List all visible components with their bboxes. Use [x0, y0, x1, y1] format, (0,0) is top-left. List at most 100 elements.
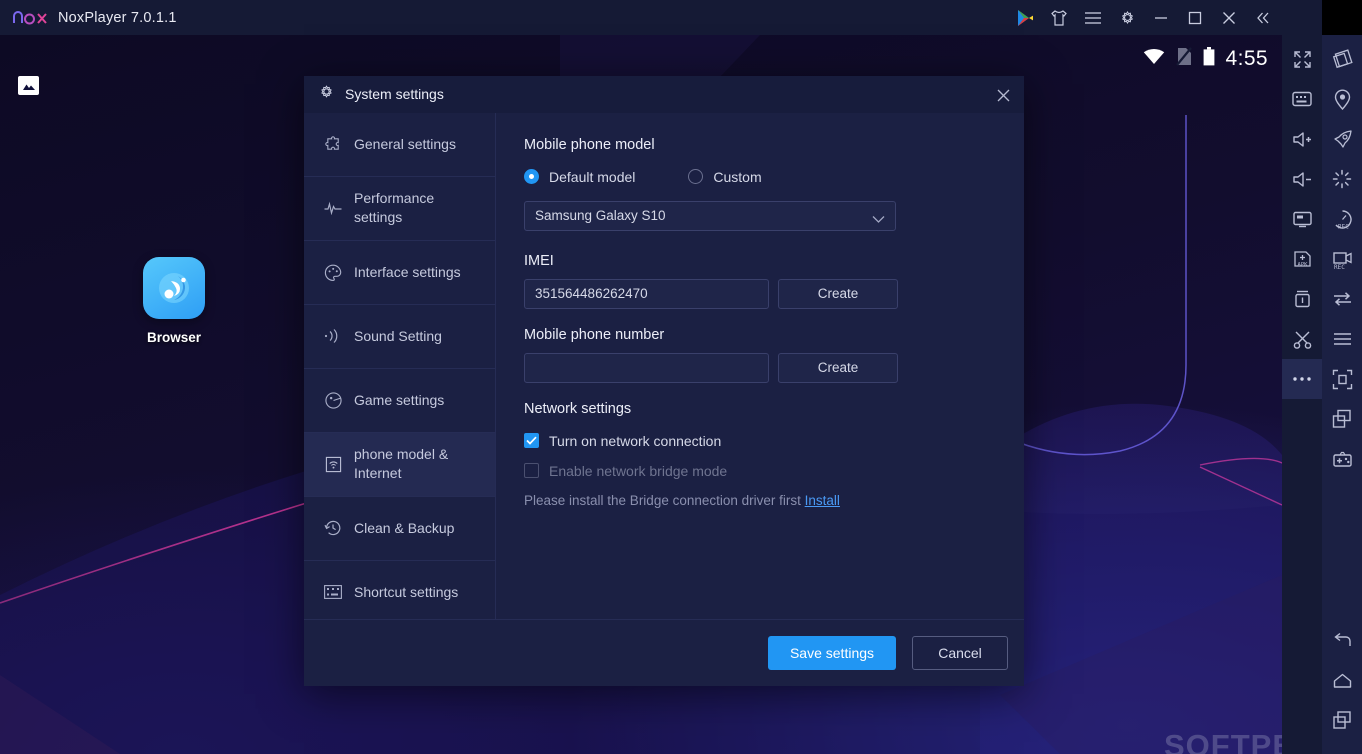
- sidebar-item-phone-model-internet[interactable]: phone model & Internet: [304, 432, 495, 497]
- puzzle-icon: [324, 136, 342, 153]
- section-title-phone-model: Mobile phone model: [524, 136, 655, 153]
- dialog-body: General settings Performance settings In…: [304, 112, 1024, 625]
- sidebar-item-label: Shortcut settings: [354, 583, 459, 600]
- close-icon[interactable]: [992, 84, 1014, 106]
- collapse-sidebar-icon[interactable]: [1246, 0, 1280, 35]
- close-icon[interactable]: [1212, 0, 1246, 35]
- app-label: Browser: [146, 330, 202, 345]
- section-title-network: Network settings: [524, 400, 632, 417]
- apk-install-icon[interactable]: APK: [1282, 239, 1322, 279]
- rocket-icon[interactable]: [1322, 119, 1362, 159]
- more-options-icon[interactable]: [1282, 359, 1322, 399]
- play-store-icon[interactable]: [1008, 0, 1042, 35]
- screenshot-icon[interactable]: [1322, 359, 1362, 399]
- picture-icon[interactable]: [18, 76, 39, 95]
- save-settings-button[interactable]: Save settings: [768, 635, 896, 670]
- bridge-hint-text: Please install the Bridge connection dri…: [524, 492, 801, 508]
- dialog-footer: Save settings Cancel: [304, 618, 1024, 686]
- no-sim-icon: [1175, 47, 1192, 71]
- menu-lines-icon[interactable]: [1322, 319, 1362, 359]
- phone-signal-icon: [324, 456, 342, 473]
- svg-text:REC: REC: [1334, 264, 1345, 270]
- checkbox-network-connection[interactable]: Turn on network connection: [524, 433, 1024, 449]
- phone-model-radio-group: Default model Custom: [524, 169, 1024, 185]
- sync-arrows-icon[interactable]: [1322, 279, 1362, 319]
- video-record-icon[interactable]: REC: [1322, 239, 1362, 279]
- shake-icon[interactable]: [1322, 39, 1362, 79]
- hamburger-menu-icon[interactable]: [1076, 0, 1110, 35]
- bridge-driver-hint: Please install the Bridge connection dri…: [524, 493, 1024, 508]
- radio-default-model-indicator: [524, 169, 539, 185]
- checkbox-bridge-mode[interactable]: Enable network bridge mode: [524, 463, 1024, 479]
- chevron-down-icon: [872, 212, 885, 227]
- recents-button-icon[interactable]: [1322, 700, 1362, 740]
- imei-row: Create: [524, 278, 1024, 309]
- checkbox-bridge-mode-indicator: [524, 463, 539, 479]
- status-clock: 4:55: [1225, 47, 1268, 70]
- sidebar-item-label: phone model & Internet: [354, 446, 449, 482]
- radio-custom-model-indicator: [688, 169, 704, 185]
- imei-input[interactable]: [524, 278, 769, 309]
- app-title: NoxPlayer 7.0.1.1: [58, 9, 177, 26]
- phone-model-select-value: Samsung Galaxy S10: [535, 208, 666, 224]
- wifi-icon: [1143, 48, 1165, 70]
- phone-number-row: Create: [524, 352, 1024, 383]
- back-button-icon[interactable]: [1322, 620, 1362, 660]
- screenshot-display-icon[interactable]: [1282, 199, 1322, 239]
- sidebar-item-sound-setting[interactable]: Sound Setting: [304, 305, 495, 369]
- imei-label: IMEI: [524, 252, 554, 269]
- battery-icon: [1203, 47, 1215, 71]
- phone-model-select[interactable]: Samsung Galaxy S10: [524, 200, 896, 231]
- minimize-icon[interactable]: [1144, 0, 1178, 35]
- browser-icon: [143, 257, 205, 319]
- maximize-icon[interactable]: [1178, 0, 1212, 35]
- sidebar-item-label: Game settings: [354, 391, 445, 408]
- multi-instance-icon[interactable]: [1282, 279, 1322, 319]
- location-pin-icon[interactable]: [1322, 79, 1362, 119]
- phone-number-create-button[interactable]: Create: [778, 352, 898, 383]
- checkbox-network-connection-indicator: [524, 433, 539, 449]
- sidebar-item-performance-settings[interactable]: Performance settings: [304, 177, 495, 241]
- fullscreen-icon[interactable]: [1282, 39, 1322, 79]
- tshirt-icon[interactable]: [1042, 0, 1076, 35]
- gamepad-icon[interactable]: [1322, 439, 1362, 479]
- gear-icon[interactable]: [1110, 0, 1144, 35]
- nox-logo-icon: [12, 10, 48, 26]
- settings-nav: General settings Performance settings In…: [304, 112, 496, 625]
- phone-number-input[interactable]: [524, 352, 769, 383]
- titlebar-buttons: [1008, 0, 1280, 35]
- cancel-button[interactable]: Cancel: [912, 635, 1008, 670]
- sidebar-item-clean-backup[interactable]: Clean & Backup: [304, 497, 495, 561]
- record-script-icon[interactable]: REC: [1322, 199, 1362, 239]
- radio-default-model[interactable]: Default model: [524, 169, 635, 185]
- outer-toolbar: REC REC: [1322, 35, 1362, 754]
- softpedia-watermark: SOFTPEDIA: [1164, 728, 1282, 754]
- svg-text:APK: APK: [1297, 262, 1308, 268]
- keyboard-icon[interactable]: [1282, 79, 1322, 119]
- dialog-title: System settings: [345, 86, 444, 103]
- sidebar-item-game-settings[interactable]: Game settings: [304, 369, 495, 433]
- svg-text:REC: REC: [1338, 223, 1349, 230]
- keyboard-grid-icon: [324, 585, 342, 600]
- sidebar-item-interface-settings[interactable]: Interface settings: [304, 241, 495, 305]
- copy-window-icon[interactable]: [1322, 399, 1362, 439]
- volume-down-icon[interactable]: [1282, 159, 1322, 199]
- radio-custom-model[interactable]: Custom: [688, 168, 762, 185]
- gear-icon: [318, 83, 335, 105]
- history-clock-icon: [324, 519, 342, 537]
- sidebar-item-general-settings[interactable]: General settings: [304, 113, 495, 177]
- inner-toolbar: APK: [1282, 35, 1322, 754]
- settings-main-panel: Mobile phone model Default model Custom …: [496, 113, 1024, 619]
- install-driver-link[interactable]: Install: [805, 493, 840, 508]
- scissors-icon[interactable]: [1282, 319, 1322, 359]
- home-button-icon[interactable]: [1322, 660, 1362, 700]
- app-browser[interactable]: Browser: [130, 257, 218, 345]
- pulse-icon: [324, 201, 342, 216]
- imei-create-button[interactable]: Create: [778, 278, 898, 309]
- window-titlebar: NoxPlayer 7.0.1.1: [0, 0, 1322, 35]
- radio-custom-model-label: Custom: [713, 168, 762, 185]
- volume-up-icon[interactable]: [1282, 119, 1322, 159]
- sparkle-icon[interactable]: [1322, 159, 1362, 199]
- android-status-bar: 4:55: [1143, 35, 1282, 83]
- sidebar-item-shortcut-settings[interactable]: Shortcut settings: [304, 561, 495, 625]
